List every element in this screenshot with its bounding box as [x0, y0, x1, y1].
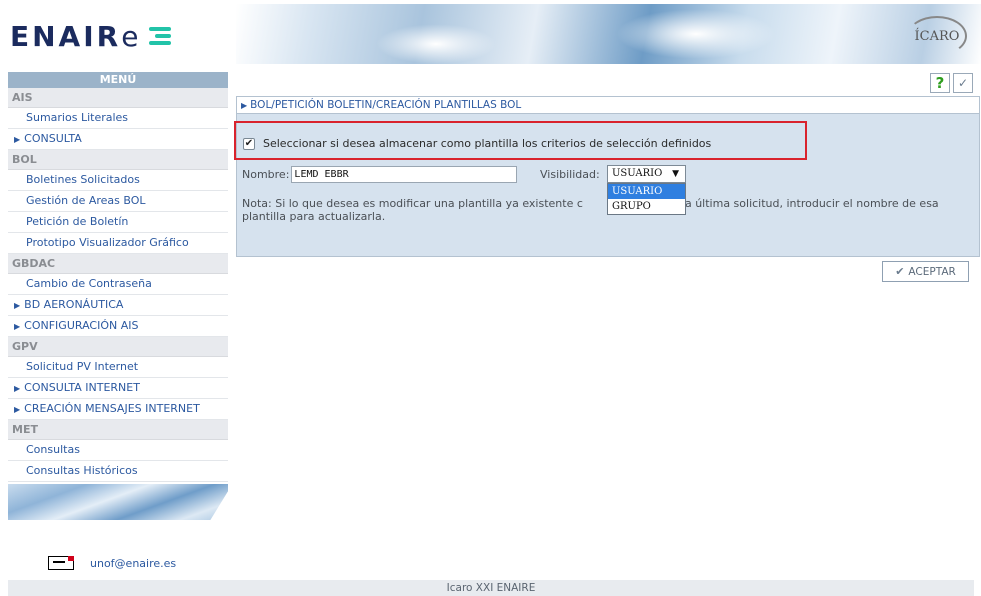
sidebar-item-label: Sumarios Literales [26, 111, 129, 124]
sidebar-item-bd-aeronáutica[interactable]: ▶ BD AERONÁUTICA [8, 295, 228, 316]
sidebar-item-label: CONFIGURACIÓN AIS [24, 319, 139, 332]
sidebar-item-label: Prototipo Visualizador Gráfico [26, 236, 189, 249]
sidebar-item-label: Petición de Boletín [26, 215, 129, 228]
menu-section-met: MET [8, 420, 228, 440]
sidebar-item-prototipo-visualizador-gráfico[interactable]: Prototipo Visualizador Gráfico [8, 233, 228, 254]
header: ENAIRe ÍCARO [0, 0, 981, 66]
check-icon: ✔ [895, 265, 905, 278]
sidebar-item-sumarios-literales[interactable]: Sumarios Literales [8, 108, 228, 129]
breadcrumb-arrow-icon: ▶ [241, 101, 248, 110]
sidebar-item-gestión-de-areas-bol[interactable]: Gestión de Areas BOL [8, 191, 228, 212]
name-row: Nombre: LEMD EBBR [242, 166, 518, 183]
sidebar-item-label: Boletines Solicitados [26, 173, 140, 186]
name-label: Nombre: [242, 168, 290, 181]
visibility-option-usuario[interactable]: USUARIO [608, 184, 685, 199]
menu-body: AIS Sumarios Literales ▶ CONSULTA BOL Boletin… [8, 88, 228, 482]
confirm-button[interactable]: ✓ [953, 73, 973, 93]
breadcrumb-text: BOL/PETICIÓN BOLETIN/CREACIÓN PLANTILLAS… [250, 99, 522, 111]
help-button[interactable]: ? [930, 73, 950, 93]
sidebar-item-petición-de-boletín[interactable]: Petición de Boletín [8, 212, 228, 233]
visibility-select[interactable]: USUARIO ▼ [607, 165, 686, 183]
save-template-row: ✔ Seleccionar si desea almacenar como pl… [243, 137, 711, 150]
sidebar-item-consulta-internet[interactable]: ▶ CONSULTA INTERNET [8, 378, 228, 399]
logo-text-e: e [121, 19, 142, 53]
menu-section-gpv: GPV [8, 337, 228, 357]
visibility-option-grupo[interactable]: GRUPO [608, 199, 685, 214]
sidebar-item-label: BD AERONÁUTICA [24, 298, 124, 311]
breadcrumb: ▶ BOL/PETICIÓN BOLETIN/CREACIÓN PLANTILLA… [237, 97, 979, 114]
sidebar-menu: MENÚ AIS Sumarios Literales ▶ CONSULTA BOL Bo… [8, 72, 228, 520]
sidebar-item-boletines-solicitados[interactable]: Boletines Solicitados [8, 170, 228, 191]
expand-arrow-icon: ▶ [14, 301, 21, 310]
sidebar-item-label: CONSULTA INTERNET [24, 381, 140, 394]
sidebar-item-consultas-históricos[interactable]: Consultas Históricos [8, 461, 228, 482]
expand-arrow-icon: ▶ [14, 405, 21, 414]
menu-section-gbdac: GBDAC [8, 254, 228, 274]
sidebar-item-label: Cambio de Contraseña [26, 277, 152, 290]
sidebar-item-label: Consultas [26, 443, 80, 456]
caret-down-icon: ▼ [672, 169, 679, 179]
email-link[interactable]: unof@enaire.es [90, 557, 176, 570]
visibility-label: Visibilidad: [540, 168, 600, 181]
toolbar: ? ✓ [930, 73, 973, 93]
accept-label: ACEPTAR [908, 265, 956, 278]
sidebar-item-creación-mensajes-internet[interactable]: ▶ CREACIÓN MENSAJES INTERNET [8, 399, 228, 420]
menu-section-bol: BOL [8, 150, 228, 170]
envelope-icon [48, 556, 74, 570]
visibility-select-value: USUARIO [612, 168, 663, 179]
menu-section-ais: AIS [8, 88, 228, 108]
logo-mark-icon [149, 27, 172, 45]
sidebar-item-configuración-ais[interactable]: ▶ CONFIGURACIÓN AIS [8, 316, 228, 337]
note-text-start: Nota: Si lo que desea es modificar una p… [242, 197, 583, 210]
menu-decoration [8, 484, 228, 520]
enaire-logo: ENAIRe [10, 19, 172, 53]
icaro-logo: ÍCARO [907, 16, 967, 56]
expand-arrow-icon: ▶ [14, 135, 21, 144]
sidebar-item-consultas[interactable]: Consultas [8, 440, 228, 461]
logo-text-main: ENAIR [10, 19, 122, 53]
accept-button[interactable]: ✔ ACEPTAR [882, 261, 969, 282]
menu-title: MENÚ [8, 72, 228, 88]
sidebar-item-label: CONSULTA [24, 132, 82, 145]
sidebar-item-solicitud-pv-internet[interactable]: Solicitud PV Internet [8, 357, 228, 378]
visibility-dropdown: USUARIO GRUPO [607, 183, 686, 215]
sidebar-item-consulta[interactable]: ▶ CONSULTA [8, 129, 228, 150]
footer: Icaro XXI ENAIRE [8, 580, 974, 596]
sidebar-item-label: Solicitud PV Internet [26, 360, 139, 373]
check-icon: ✓ [957, 76, 969, 90]
save-template-label: Seleccionar si desea almacenar como plan… [263, 137, 712, 150]
name-input[interactable]: LEMD EBBR [291, 166, 518, 183]
expand-arrow-icon: ▶ [14, 322, 21, 331]
sidebar-item-label: Consultas Históricos [26, 464, 138, 477]
sidebar-item-label: Gestión de Areas BOL [26, 194, 146, 207]
expand-arrow-icon: ▶ [14, 384, 21, 393]
sidebar-item-cambio-de-contraseña[interactable]: Cambio de Contraseña [8, 274, 228, 295]
save-template-checkbox[interactable]: ✔ [243, 137, 255, 150]
help-icon: ? [935, 74, 945, 92]
sidebar-item-label: CREACIÓN MENSAJES INTERNET [24, 402, 200, 415]
contact-email: unof@enaire.es [48, 556, 176, 570]
header-banner: ÍCARO [236, 4, 981, 64]
